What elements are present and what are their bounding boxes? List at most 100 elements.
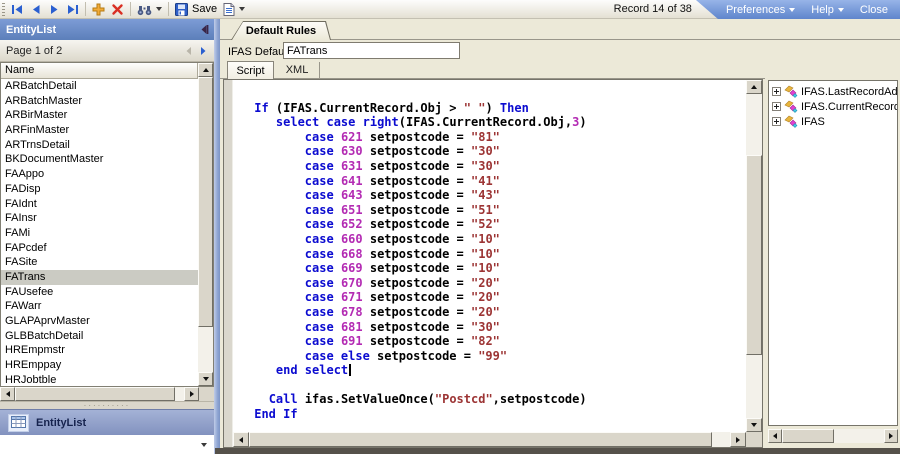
scroll-up-button[interactable] — [746, 80, 762, 94]
page-next-icon[interactable] — [199, 46, 208, 56]
next-record-icon — [48, 4, 60, 15]
list-item[interactable]: ARFinMaster — [1, 123, 198, 138]
find-button[interactable] — [134, 2, 165, 17]
toolbar-separator — [85, 2, 86, 16]
tab-script[interactable]: Script — [227, 61, 274, 79]
list-item[interactable]: HREmppay — [1, 358, 198, 373]
new-document-dropdown-arrow[interactable] — [239, 7, 245, 11]
list-item[interactable]: FAUsefee — [1, 285, 198, 300]
entity-combobox[interactable] — [0, 435, 214, 454]
entity-list-rows: ARBatchDetailARBatchMasterARBirMasterARF… — [1, 79, 198, 386]
list-item[interactable]: FAMi — [1, 226, 198, 241]
top-menu: Preferences Help Close — [696, 0, 900, 19]
pager-bar: Page 1 of 2 — [0, 40, 214, 62]
scroll-left-button[interactable] — [233, 432, 249, 447]
list-item[interactable]: FADisp — [1, 182, 198, 197]
tree-item[interactable]: IFAS.CurrentRecord — [769, 99, 897, 114]
list-item[interactable]: GLAPAprvMaster — [1, 314, 198, 329]
page-previous-icon[interactable] — [184, 46, 193, 56]
menu-preferences[interactable]: Preferences — [726, 4, 795, 16]
tree-item[interactable]: IFAS — [769, 114, 897, 129]
expand-plus-icon[interactable] — [772, 87, 781, 96]
code-vertical-scrollbar[interactable] — [746, 80, 762, 432]
tab-xml[interactable]: XML — [275, 62, 320, 78]
find-dropdown-arrow[interactable] — [156, 7, 162, 11]
list-item[interactable]: BKDocumentMaster — [1, 152, 198, 167]
scroll-left-button[interactable] — [0, 387, 15, 401]
scrollbar-thumb[interactable] — [249, 432, 712, 447]
list-item[interactable]: FAIdnt — [1, 197, 198, 212]
scroll-down-button[interactable] — [198, 372, 213, 386]
list-item[interactable]: HRJobtble — [1, 373, 198, 387]
tab-default-rules[interactable]: Default Rules — [231, 21, 331, 40]
tree-item-label: IFAS — [801, 116, 825, 128]
entity-list-bottom-header[interactable]: EntityList — [0, 409, 214, 435]
scroll-left-button[interactable] — [768, 429, 782, 443]
scrollbar-thumb[interactable] — [782, 429, 834, 443]
menu-close[interactable]: Close — [860, 4, 888, 16]
ifas-default-input[interactable] — [283, 42, 460, 59]
previous-record-icon — [30, 4, 42, 15]
scroll-down-button[interactable] — [746, 418, 762, 432]
save-button[interactable]: Save — [172, 2, 220, 17]
menu-close-label: Close — [860, 4, 888, 16]
scrollbar-track[interactable] — [175, 387, 184, 401]
new-document-button[interactable] — [220, 2, 248, 17]
column-header-name[interactable]: Name — [1, 63, 198, 79]
list-item[interactable]: GLBBatchDetail — [1, 329, 198, 344]
entity-listbox: Name ARBatchDetailARBatchMasterARBirMast… — [0, 62, 214, 387]
code-horizontal-scrollbar[interactable] — [233, 432, 746, 447]
scroll-right-button[interactable] — [730, 432, 746, 447]
list-horizontal-scrollbar[interactable] — [0, 387, 214, 401]
entity-list-panel: EntityList Page 1 of 2 Name ARBatchDetai… — [0, 19, 214, 454]
list-item[interactable]: HREmpmstr — [1, 343, 198, 358]
list-item[interactable]: FAPcdef — [1, 241, 198, 256]
scrollbar-track[interactable] — [834, 429, 884, 443]
tree-item[interactable]: IFAS.LastRecordAdd — [769, 84, 897, 99]
scroll-right-button[interactable] — [884, 429, 898, 443]
list-item[interactable]: ARBatchMaster — [1, 94, 198, 109]
list-item[interactable]: FAWarr — [1, 299, 198, 314]
entity-list-header: EntityList — [0, 19, 214, 40]
previous-record-button[interactable] — [27, 3, 45, 16]
list-item[interactable]: FAInsr — [1, 211, 198, 226]
expand-plus-icon[interactable] — [772, 117, 781, 126]
menu-help[interactable]: Help — [811, 4, 844, 16]
horizontal-splitter[interactable]: ·········· — [0, 401, 214, 409]
last-record-button[interactable] — [63, 3, 82, 16]
tree-horizontal-scrollbar[interactable] — [768, 429, 898, 443]
combobox-dropdown-arrow[interactable] — [201, 443, 207, 447]
list-item[interactable]: FASite — [1, 255, 198, 270]
code-editor[interactable]: If (IFAS.CurrentRecord.Obj > " ") Then s… — [233, 80, 746, 432]
delete-record-button[interactable] — [108, 2, 127, 17]
list-item[interactable]: FATrans — [1, 270, 198, 285]
list-item[interactable]: FAAppo — [1, 167, 198, 182]
page-indicator: Page 1 of 2 — [6, 45, 62, 57]
script-code-panel: If (IFAS.CurrentRecord.Obj > " ") Then s… — [223, 79, 763, 448]
list-item[interactable]: ARBatchDetail — [1, 79, 198, 94]
scrollbar-thumb[interactable] — [15, 387, 175, 401]
window-bottom-edge — [215, 448, 900, 454]
list-item[interactable]: ARTrnsDetail — [1, 138, 198, 153]
triangle-up-icon — [751, 85, 757, 89]
toolbar-drag-handle[interactable] — [2, 3, 5, 16]
vertical-splitter[interactable] — [214, 19, 220, 454]
rule-icon — [784, 115, 798, 128]
triangle-right-icon — [190, 391, 194, 397]
object-tree-panel: IFAS.LastRecordAdd IFAS.CurrentRecord IF… — [768, 80, 898, 426]
first-record-button[interactable] — [8, 3, 27, 16]
scroll-up-button[interactable] — [198, 63, 213, 77]
add-record-button[interactable] — [89, 2, 108, 17]
scroll-right-button[interactable] — [184, 387, 199, 401]
expand-plus-icon[interactable] — [772, 102, 781, 111]
next-record-button[interactable] — [45, 3, 63, 16]
collapse-panel-icon[interactable] — [199, 24, 210, 35]
list-vertical-scrollbar[interactable] — [198, 63, 213, 386]
toolbar: Save Record 14 of 38 Preferences Help Cl… — [0, 0, 900, 19]
scrollbar-thumb[interactable] — [198, 77, 213, 327]
triangle-down-icon — [203, 377, 209, 381]
save-button-label: Save — [192, 3, 217, 15]
scrollbar-thumb[interactable] — [746, 155, 762, 355]
triangle-up-icon — [203, 68, 209, 72]
list-item[interactable]: ARBirMaster — [1, 108, 198, 123]
